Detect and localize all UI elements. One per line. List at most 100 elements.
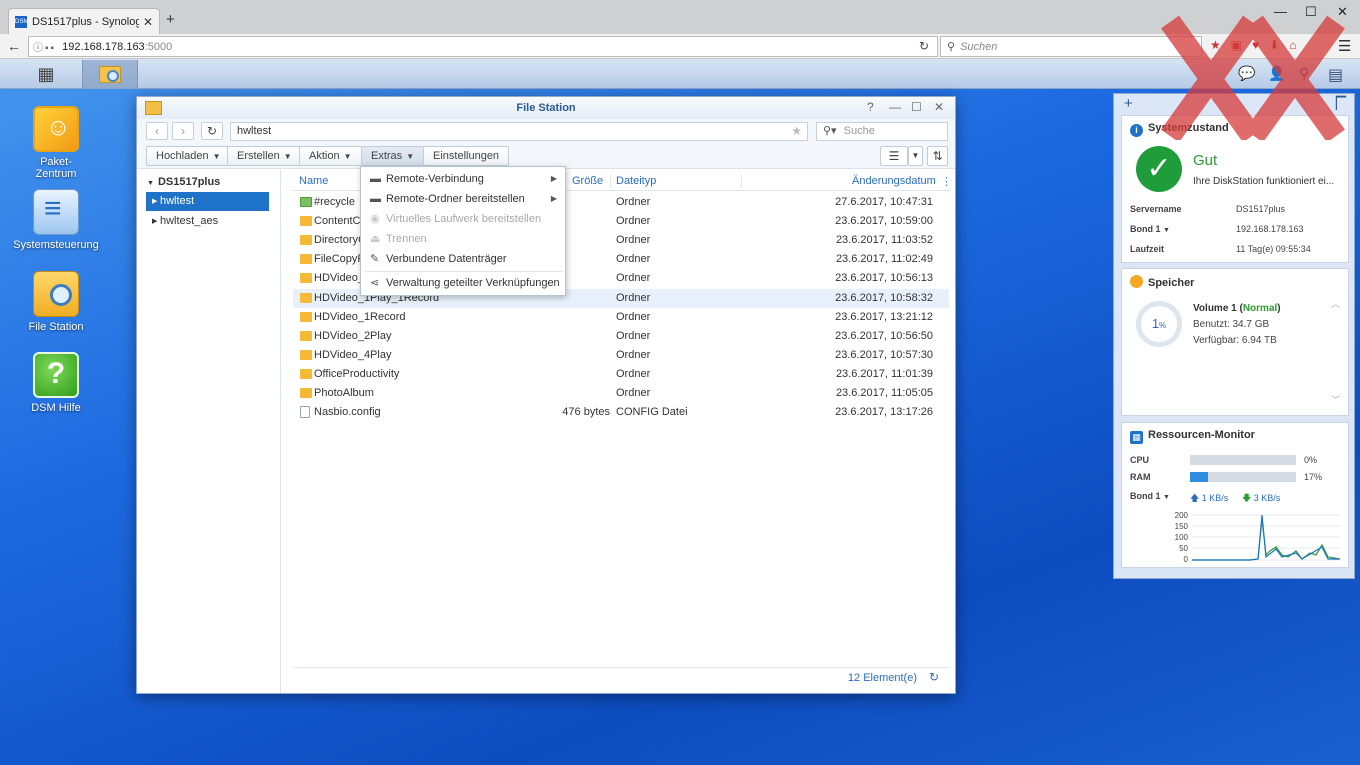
maximize-icon[interactable]: ☐ (1305, 4, 1317, 20)
widgets-toggle-icon[interactable]: ▤ (1328, 65, 1343, 85)
column-name[interactable]: Name (299, 175, 328, 187)
volume-name: Volume 1 (Normal) (1193, 303, 1281, 314)
refresh-button[interactable]: ↻ (201, 122, 223, 140)
new-tab-icon[interactable]: + (166, 12, 175, 27)
table-row[interactable]: HDVideo_4Play Ordner 23.6.2017, 10:57:30 (293, 346, 949, 365)
menu-item-remote-connection[interactable]: ▬ Remote-Verbindung ▶ (361, 169, 565, 189)
file-modified: 23.6.2017, 11:01:39 (835, 367, 933, 380)
list-footer: 12 Element(e) ↻ (293, 667, 949, 687)
column-type[interactable]: Dateityp (616, 175, 656, 187)
file-name: OfficeProductivity (314, 367, 400, 380)
reload-icon[interactable]: ↻ (919, 39, 929, 53)
settings-button[interactable]: Einstellungen (423, 146, 510, 166)
chevron-up-icon[interactable]: ︿ (1331, 297, 1340, 310)
minimize-icon[interactable]: — (889, 100, 901, 114)
list-view-button[interactable]: ☰ (880, 146, 908, 166)
taskbar-file-station[interactable] (82, 60, 138, 88)
notification-icon[interactable]: 💬 (1238, 65, 1255, 82)
url-bar[interactable]: ⓘ▪▪ 192.168.178.163:5000 ↻ (28, 36, 938, 57)
star-icon[interactable]: ★ (791, 123, 802, 140)
tree-root[interactable]: ▼ DS1517plus (147, 176, 220, 188)
browser-navbar: ← ⓘ▪▪ 192.168.178.163:5000 ↻ ⚲ Suchen ★▣… (0, 34, 1360, 59)
sort-button[interactable]: ⇅ (927, 146, 948, 166)
file-search-input[interactable]: ⚲▾ Suche (816, 122, 948, 141)
desktop-icon-dsm-hilfe[interactable]: DSM Hilfe (6, 352, 106, 414)
file-type: Ordner (616, 329, 651, 342)
table-row[interactable]: PhotoAlbum Ordner 23.6.2017, 11:05:05 (293, 384, 949, 403)
site-info-icon[interactable]: ⓘ▪▪ (33, 39, 56, 54)
column-options-icon[interactable]: ⋮ (941, 175, 952, 188)
table-row[interactable]: Nasbio.config 476 bytes CONFIG Datei 23.6.2… (293, 403, 949, 422)
folder-icon (300, 349, 312, 360)
ram-label: RAM (1130, 472, 1151, 482)
search-icon[interactable]: ⚲ (1299, 65, 1309, 82)
browser-toolbar-icons[interactable]: ★▣♥⬇⌂ (1210, 38, 1307, 52)
file-modified: 23.6.2017, 13:17:26 (835, 406, 933, 419)
ram-value: 17% (1304, 472, 1323, 482)
bond-dropdown[interactable]: Bond 1 ▼ (1130, 224, 1170, 234)
ram-bar-fill (1190, 472, 1209, 482)
file-type: Ordner (616, 367, 651, 380)
tree-item-hwltest-aes[interactable]: ▶ hwltest_aes (146, 212, 269, 231)
close-icon[interactable]: ✕ (934, 100, 944, 114)
menu-item-mount-remote-folder[interactable]: ▬ Remote-Ordner bereitstellen ▶ (361, 189, 565, 209)
table-row[interactable]: HDVideo_2Play Ordner 23.6.2017, 10:56:50 (293, 327, 949, 346)
widgets-header: + ▕▔ (1114, 94, 1354, 114)
back-arrow-icon[interactable]: ← (7, 38, 21, 54)
window-header[interactable]: File Station ? — ☐ ✕ (137, 97, 955, 119)
file-modified: 23.6.2017, 13:21:12 (835, 310, 933, 323)
path-field[interactable]: hwltest ★ (230, 122, 808, 141)
bond-ip-value: 192.168.178.163 (1236, 224, 1304, 234)
table-row[interactable]: HDVideo_1Record Ordner 23.6.2017, 13:21:12 (293, 308, 949, 327)
menu-item-shared-links[interactable]: ⋖ Verwaltung geteilter Verknüpfungen (361, 273, 565, 293)
column-size[interactable]: Größe (572, 175, 603, 187)
maximize-icon[interactable]: ☐ (911, 100, 922, 114)
upload-button[interactable]: Hochladen ▼ (146, 146, 231, 166)
desktop-icon-systemsteuerung[interactable]: Systemsteuerung (6, 189, 106, 251)
refresh-icon[interactable]: ↻ (929, 670, 939, 684)
column-modified[interactable]: Änderungsdatum (852, 175, 936, 187)
help-icon[interactable]: ? (867, 100, 874, 114)
create-button[interactable]: Erstellen ▼ (227, 146, 302, 166)
menu-item-connected-drives[interactable]: ✎ Verbundene Datenträger (361, 249, 565, 269)
close-window-icon[interactable]: ✕ (1337, 4, 1348, 20)
user-icon[interactable]: 👤 (1268, 65, 1285, 82)
tab-title: DS1517plus - Synology DiskStation (32, 15, 139, 28)
browser-search-input[interactable]: ⚲ Suchen (940, 36, 1202, 57)
browser-search-placeholder: Suchen (960, 40, 998, 53)
arrow-up-icon: 🡅 (1190, 493, 1200, 503)
grid-icon: ▦ (37, 63, 55, 84)
main-menu-button[interactable]: ▦ (18, 60, 74, 88)
bond-dropdown[interactable]: Bond 1 ▼ (1130, 491, 1170, 501)
tree-item-hwltest[interactable]: ▶ hwltest (146, 192, 269, 211)
pin-icon[interactable]: ▕▔ (1328, 96, 1346, 110)
forward-button[interactable]: › (172, 122, 194, 140)
menu-item-disconnect: ⏏ Trennen (361, 229, 565, 249)
caret-down-icon: ▼ (283, 152, 292, 161)
add-widget-icon[interactable]: + (1124, 95, 1133, 112)
share-icon: ⋖ (370, 277, 380, 289)
volume-free: Verfügbar: 6.94 TB (1193, 335, 1277, 346)
list-view-icon: ☰ (888, 149, 900, 163)
menu-icon[interactable]: ☰ (1338, 37, 1351, 55)
uptime-value: 11 Tag(e) 09:55:34 (1236, 244, 1311, 254)
chevron-down-icon[interactable]: ﹀ (1331, 393, 1340, 406)
view-menu-button[interactable]: ▼ (908, 146, 923, 166)
folder-icon (300, 388, 312, 398)
search-icon: ⚲ (947, 41, 956, 53)
action-button[interactable]: Aktion ▼ (299, 146, 362, 166)
desktop-icon-file-station[interactable]: File Station (6, 271, 106, 333)
caret-down-icon: ▼ (1163, 227, 1170, 234)
browser-tab[interactable]: DSM DS1517plus - Synology DiskStation ✕ (8, 8, 160, 34)
desktop-icon-paket-zentrum[interactable]: Paket- Zentrum (6, 106, 106, 180)
file-name: HDVideo_4Play (314, 348, 392, 361)
minimize-icon[interactable]: — (1274, 4, 1287, 19)
table-row[interactable]: OfficeProductivity Ordner 23.6.2017, 11:01… (293, 365, 949, 384)
file-name: #recycle (314, 196, 355, 208)
back-button[interactable]: ‹ (146, 122, 168, 140)
tab-close-icon[interactable]: ✕ (143, 15, 153, 29)
folder-network-icon: ▬ (370, 193, 381, 205)
extras-button[interactable]: Extras ▼ (361, 146, 425, 166)
chevron-left-icon: ‹ (155, 124, 159, 138)
folder-icon (300, 292, 312, 303)
